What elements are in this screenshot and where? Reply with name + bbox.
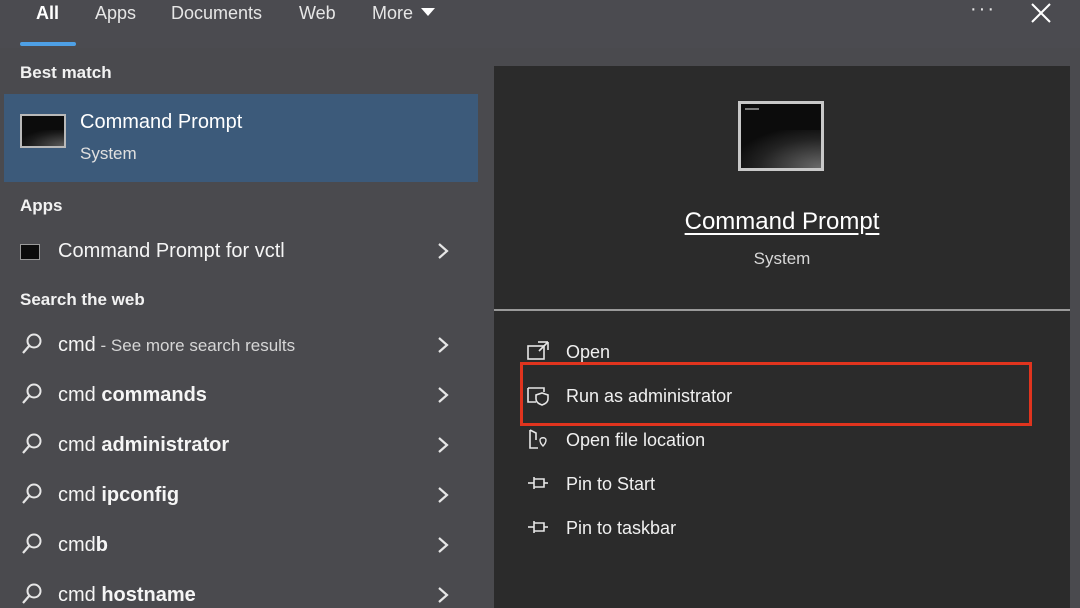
pin-to-start-label: Pin to Start [566,474,656,494]
open-label: Open [566,342,611,362]
search-icon [22,533,42,554]
tab-more-label: More [372,3,414,23]
web-result-suffix: - See more search results [95,336,296,355]
tab-documents[interactable]: Documents [171,0,262,46]
close-icon[interactable] [1030,2,1052,24]
chevron-right-icon [438,587,449,603]
pin-to-start-action[interactable]: Pin to Start [524,466,924,500]
web-result-label: cmd hostname [58,584,196,607]
open-file-location-action[interactable]: Open file location [524,422,924,456]
open-file-location-label: Open file location [566,430,706,450]
web-result-bold: administrator [101,434,230,456]
web-result-bold: b [95,534,109,556]
chevron-right-icon [438,387,449,403]
command-prompt-icon [20,244,40,260]
web-result-item[interactable]: cmdb [0,522,478,568]
best-match-item[interactable]: Command Prompt System [4,94,478,182]
web-result-item[interactable]: cmd hostname [0,572,478,608]
list-item-app[interactable]: Command Prompt for vctl [0,228,478,274]
web-result-text: cmd [58,484,102,506]
chevron-down-icon [421,8,436,16]
preview-pane: Command Prompt System Open Run as admini… [494,66,1070,608]
web-result-label: cmd - See more search results [58,334,295,357]
best-match-title: Command Prompt [80,111,243,133]
tab-web[interactable]: Web [299,0,336,46]
web-result-item[interactable]: cmd administrator [0,422,478,468]
chevron-right-icon [438,243,449,259]
best-match-heading: Best match [20,63,112,82]
chevron-right-icon [438,437,449,453]
more-options-button[interactable]: ··· [970,0,996,26]
search-filter-bar: All Apps Documents Web More ··· [0,0,1080,48]
tab-all[interactable]: All [36,0,59,46]
web-result-bold: commands [101,384,207,406]
web-result-bold: hostname [101,584,196,606]
web-result-text: cmd [58,534,96,556]
web-result-label: cmd ipconfig [58,484,179,507]
web-result-item[interactable]: cmd ipconfig [0,472,478,518]
web-result-item[interactable]: cmd - See more search results [0,322,478,368]
command-prompt-icon [20,114,66,148]
search-icon [22,583,42,604]
web-result-text: cmd [58,334,96,356]
search-icon [22,383,42,404]
pin-icon [528,477,548,489]
web-result-text: cmd [58,384,102,406]
search-icon [22,433,42,454]
tab-apps[interactable]: Apps [95,0,136,46]
web-result-label: cmdb [58,534,108,557]
chevron-right-icon [438,537,449,553]
divider [494,309,1070,311]
chevron-right-icon [438,337,449,353]
highlight-annotation [520,362,1032,426]
search-web-heading: Search the web [20,290,145,309]
search-icon [22,333,42,354]
web-result-item[interactable]: cmd commands [0,372,478,418]
preview-title[interactable]: Command Prompt [494,208,1070,236]
pin-to-taskbar-label: Pin to taskbar [566,518,677,538]
active-tab-indicator [20,42,76,46]
command-prompt-icon [738,101,824,171]
app-label: Command Prompt for vctl [58,240,285,262]
preview-subtitle: System [753,249,811,268]
apps-heading: Apps [20,196,63,215]
pin-to-taskbar-action[interactable]: Pin to taskbar [524,510,924,544]
web-result-text: cmd [58,584,102,606]
results-list: Best match Command Prompt System Apps Co… [0,48,478,608]
pin-icon [528,521,548,533]
best-match-subtitle: System [80,144,137,163]
tab-more[interactable]: More [372,0,436,46]
search-icon [22,483,42,504]
chevron-right-icon [438,487,449,503]
web-result-label: cmd commands [58,384,207,407]
web-result-bold: ipconfig [101,484,180,506]
web-result-label: cmd administrator [58,434,229,457]
open-icon [527,341,549,360]
web-result-text: cmd [58,434,102,456]
folder-location-icon [529,429,547,449]
